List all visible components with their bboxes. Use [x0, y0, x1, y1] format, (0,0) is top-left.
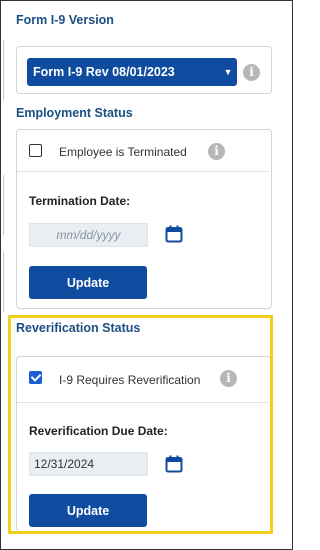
info-icon[interactable]: i: [208, 143, 225, 160]
divider: [17, 171, 269, 172]
form-version-value: Form I-9 Rev 08/01/2023: [33, 65, 175, 79]
info-icon[interactable]: i: [243, 64, 260, 81]
termination-date-input[interactable]: mm/dd/yyyy: [29, 223, 148, 247]
employment-status-title: Employment Status: [16, 106, 133, 120]
calendar-icon[interactable]: [165, 225, 183, 243]
left-edge-tab: [0, 252, 4, 312]
chevron-down-icon: ▼: [223, 67, 233, 77]
employee-terminated-label: Employee is Terminated: [59, 145, 187, 159]
form-version-select[interactable]: Form I-9 Rev 08/01/2023 ▼: [27, 58, 237, 86]
left-edge-tab: [0, 40, 4, 100]
form-version-title: Form I-9 Version: [16, 13, 114, 27]
left-edge-tab: [0, 175, 4, 235]
termination-update-button[interactable]: Update: [29, 266, 147, 299]
employee-terminated-checkbox[interactable]: [29, 144, 42, 157]
termination-date-label: Termination Date:: [29, 194, 131, 208]
reverification-highlight-box: [8, 315, 273, 534]
